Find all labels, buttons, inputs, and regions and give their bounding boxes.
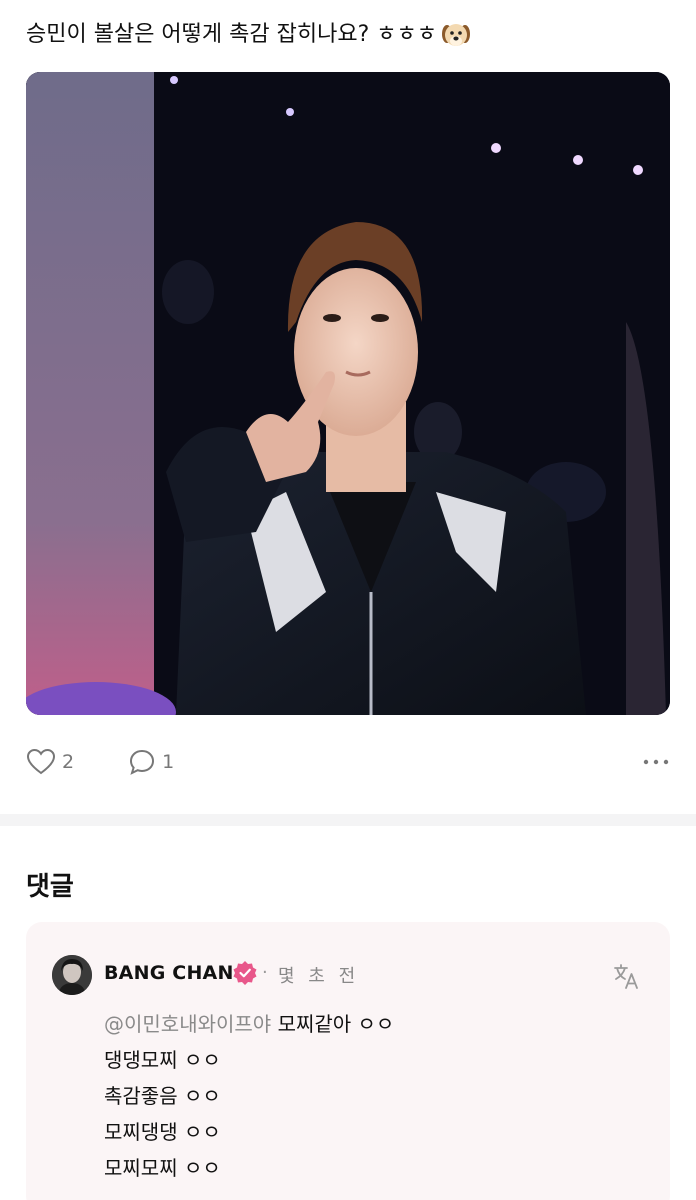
like-button[interactable]: 2 xyxy=(26,748,74,776)
avatar[interactable] xyxy=(52,955,92,995)
verified-badge-icon xyxy=(232,960,258,986)
comment-line: @이민호내와이프야 모찌같아 ㅇㅇ xyxy=(104,1006,394,1042)
post-photo[interactable] xyxy=(26,72,670,715)
comment-line: 촉감좋음 ㅇㅇ xyxy=(104,1084,221,1108)
heart-icon xyxy=(26,748,56,775)
mention-link[interactable]: @이민호내와이프야 xyxy=(104,1012,271,1036)
comment-line: 모찌댕댕 ㅇㅇ xyxy=(104,1120,221,1144)
section-divider xyxy=(0,814,696,826)
more-dots-icon xyxy=(643,759,669,765)
comment-button[interactable]: 1 xyxy=(128,748,174,776)
comment-line: 댕댕모찌 ㅇㅇ xyxy=(104,1048,221,1072)
comment-author[interactable]: BANG CHAN xyxy=(104,962,234,984)
comment-line-text: 모찌같아 ㅇㅇ xyxy=(277,1012,395,1036)
post-question-text: 승민이 볼살은 어떻게 촉감 잡히나요? ㅎㅎㅎ xyxy=(26,22,437,47)
comments-heading: 댓글 xyxy=(26,872,74,902)
meta-separator: · xyxy=(262,962,268,983)
post-question: 승민이 볼살은 어떻게 촉감 잡히나요? ㅎㅎㅎ xyxy=(26,18,676,52)
comment-line: 모찌모찌 ㅇㅇ xyxy=(104,1156,221,1180)
post-actions: 2 1 xyxy=(26,742,670,782)
like-count: 2 xyxy=(62,751,75,773)
comment-body: @이민호내와이프야 모찌같아 ㅇㅇ 댕댕모찌 ㅇㅇ 촉감좋음 ㅇㅇ 모찌댕댕 ㅇ… xyxy=(104,1006,394,1186)
speech-bubble-icon xyxy=(130,749,155,775)
dog-face-emoji-icon xyxy=(441,20,471,50)
comment-card: BANG CHAN · 몇 초 전 @이민호내와이프야 모찌같아 ㅇㅇ 댕댕모찌… xyxy=(26,922,670,1200)
comment-time: 몇 초 전 xyxy=(278,966,360,987)
more-options-button[interactable] xyxy=(634,747,670,777)
comment-count: 1 xyxy=(162,751,175,773)
translate-icon[interactable] xyxy=(612,962,640,990)
